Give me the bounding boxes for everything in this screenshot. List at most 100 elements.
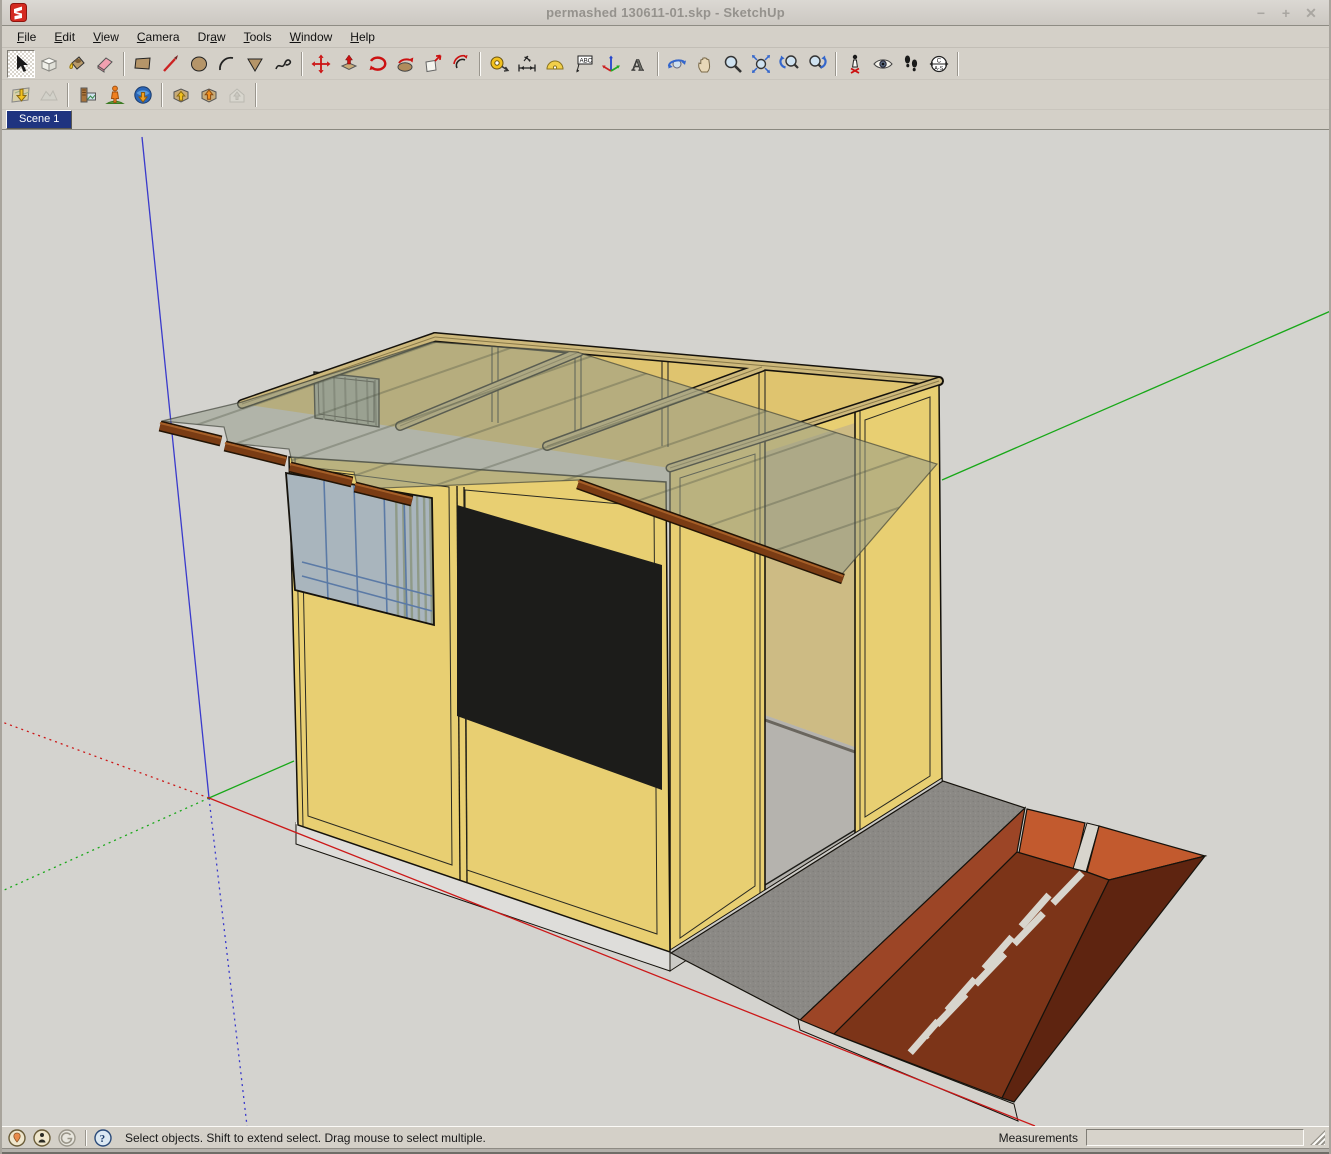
orbit-button[interactable] (663, 50, 691, 78)
footprints-icon (900, 53, 922, 75)
resize-grip[interactable] (1310, 1130, 1325, 1145)
protractor-icon (544, 53, 566, 75)
svg-text:A: A (632, 55, 645, 74)
orbit-icon (666, 53, 688, 75)
menu-edit[interactable]: Edit (45, 27, 84, 47)
zoom-button[interactable] (719, 50, 747, 78)
svg-text:?: ? (100, 1133, 106, 1145)
help-icon[interactable]: ? (94, 1129, 112, 1147)
arc-icon (216, 53, 238, 75)
paint-bucket-icon (66, 53, 88, 75)
blue-axis-dashed (209, 798, 247, 1126)
share-model-button[interactable] (195, 81, 223, 109)
dimension-button[interactable] (513, 50, 541, 78)
axes-button[interactable] (597, 50, 625, 78)
eraser-icon (94, 53, 116, 75)
get-models-button[interactable] (167, 81, 195, 109)
text-button[interactable]: ABC (569, 50, 597, 78)
window-bottom-edge (2, 1148, 1329, 1154)
menu-draw[interactable]: Draw (189, 27, 235, 47)
rectangle-button[interactable] (129, 50, 157, 78)
measurements-label: Measurements (999, 1131, 1078, 1145)
google-icon[interactable] (58, 1129, 76, 1147)
model-viewport[interactable] (2, 130, 1329, 1126)
menu-window[interactable]: Window (281, 27, 342, 47)
compass-tool-button[interactable]: C A-S (925, 50, 953, 78)
toolbar-separator (67, 83, 69, 107)
select-button[interactable] (7, 50, 35, 78)
circle-icon (188, 53, 210, 75)
pencil-icon (160, 53, 182, 75)
axes-icon (600, 53, 622, 75)
push-pull-icon (338, 53, 360, 75)
menu-file[interactable]: File (8, 27, 45, 47)
pan-button[interactable] (691, 50, 719, 78)
front-wall[interactable] (286, 457, 670, 952)
add-location-icon (10, 84, 32, 106)
add-location-button[interactable] (7, 81, 35, 109)
minimize-button[interactable]: − (1253, 5, 1269, 21)
3d-text-button[interactable]: A (625, 50, 653, 78)
push-pull-button[interactable] (335, 50, 363, 78)
move-button[interactable] (307, 50, 335, 78)
rotate-button[interactable] (363, 50, 391, 78)
svg-text:A-S: A-S (934, 66, 943, 72)
share-component-icon (226, 84, 248, 106)
look-around-button[interactable] (869, 50, 897, 78)
toggle-terrain-button[interactable] (35, 81, 63, 109)
photo-textures-button[interactable] (73, 81, 101, 109)
model-scene[interactable] (2, 130, 1329, 1126)
protractor-button[interactable] (541, 50, 569, 78)
component-box-icon (38, 53, 60, 75)
rectangle-icon (132, 53, 154, 75)
menu-camera[interactable]: Camera (128, 27, 189, 47)
svg-text:C: C (937, 58, 942, 64)
position-camera-button[interactable] (841, 50, 869, 78)
measurements-input[interactable] (1086, 1129, 1304, 1146)
offset-button[interactable] (447, 50, 475, 78)
menu-help[interactable]: Help (341, 27, 384, 47)
magnifier-icon (722, 53, 744, 75)
statusbar-separator (85, 1130, 87, 1146)
scale-button[interactable] (419, 50, 447, 78)
arc-button[interactable] (213, 50, 241, 78)
freehand-button[interactable] (269, 50, 297, 78)
menu-tools[interactable]: Tools (235, 27, 281, 47)
blue-axis (142, 137, 209, 798)
scene-tab-1[interactable]: Scene 1 (6, 110, 72, 129)
follow-me-icon (394, 53, 416, 75)
claim-credit-icon[interactable] (33, 1129, 51, 1147)
follow-me-button[interactable] (391, 50, 419, 78)
eraser-button[interactable] (91, 50, 119, 78)
paint-bucket-button[interactable] (63, 50, 91, 78)
eye-icon (872, 53, 894, 75)
polygon-button[interactable] (241, 50, 269, 78)
close-button[interactable]: ✕ (1303, 5, 1319, 21)
make-component-button[interactable] (35, 50, 63, 78)
walk-button[interactable] (897, 50, 925, 78)
rotate-icon (366, 53, 388, 75)
next-view-button[interactable] (803, 50, 831, 78)
line-button[interactable] (157, 50, 185, 78)
compass-icon: C A-S (928, 53, 950, 75)
next-view-icon (806, 53, 828, 75)
red-axis-dashed (2, 722, 209, 798)
title-bar[interactable]: permashed 130611-01.skp - SketchUp − + ✕ (2, 0, 1329, 26)
toolbar-separator (161, 83, 163, 107)
status-bar: ? Select objects. Shift to extend select… (2, 1126, 1329, 1148)
tape-measure-button[interactable] (485, 50, 513, 78)
circle-button[interactable] (185, 50, 213, 78)
zoom-extents-button[interactable] (747, 50, 775, 78)
maximize-button[interactable]: + (1278, 5, 1294, 21)
previous-view-button[interactable] (775, 50, 803, 78)
status-message: Select objects. Shift to extend select. … (125, 1131, 486, 1145)
menu-view[interactable]: View (84, 27, 128, 47)
get-models-icon (170, 84, 192, 106)
window-title: permashed 130611-01.skp - SketchUp (2, 5, 1329, 20)
google-earth-button[interactable] (129, 81, 157, 109)
tape-measure-icon (488, 53, 510, 75)
geolocation-icon[interactable] (8, 1129, 26, 1147)
place-model-button[interactable] (101, 81, 129, 109)
3d-text-icon: A (628, 53, 650, 75)
share-component-button[interactable] (223, 81, 251, 109)
